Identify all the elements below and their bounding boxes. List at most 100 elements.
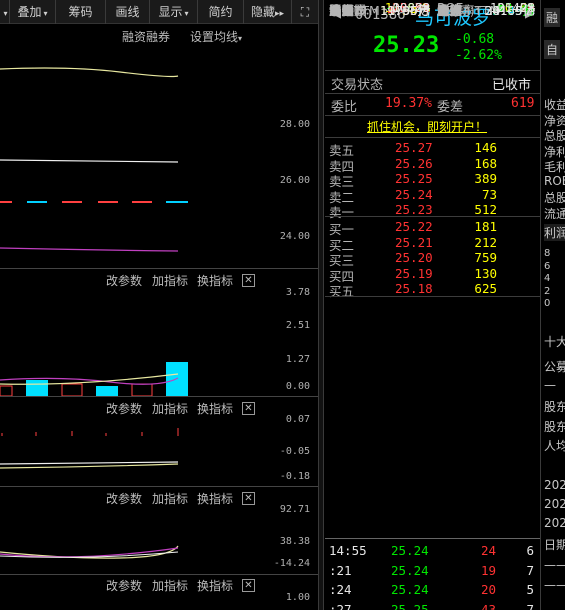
profit-axis-label: 6 [544, 260, 551, 272]
swap-indicator-button[interactable]: 换指标 [197, 577, 233, 594]
holder-label: 股东 [544, 400, 565, 414]
draw-line-button[interactable]: 画线 [106, 0, 150, 24]
edit-params-button[interactable]: 改参数 [106, 490, 142, 507]
close-icon[interactable]: ✕ [242, 274, 255, 287]
volume-bar [61, 383, 83, 397]
close-icon[interactable]: ✕ [242, 492, 255, 505]
ma-line-magenta [0, 247, 179, 252]
chips-label: 筹码 [68, 5, 93, 19]
display-button[interactable]: 显示 ▾ [150, 0, 198, 24]
hide-button[interactable]: 隐藏▸▸ [244, 0, 292, 24]
close-icon[interactable]: ✕ [242, 579, 255, 592]
panel-divider [0, 574, 318, 575]
chart-toolbar: ▾ 叠加 ▾ 筹码 画线 显示 ▾ 简约 隐藏▸▸ ⛶ [0, 0, 318, 24]
overlay-button[interactable]: 叠加 ▾ [10, 0, 56, 24]
quote-panel: ◀ 001386 马可波罗 ▶ 25.23 -0.68 -2.62% 交易状态 … [325, 0, 540, 610]
bid-volume: 181 [474, 219, 497, 234]
ask-volume: 146 [474, 140, 497, 155]
finance-item: 总股 [544, 129, 565, 143]
finance-item: 流通 [544, 206, 565, 221]
bid-volume: 212 [474, 234, 497, 250]
margin-tab[interactable]: 融 [544, 8, 561, 27]
double-arrow-icon: ▸▸ [274, 9, 285, 19]
swap-indicator-button[interactable]: 换指标 [197, 490, 233, 507]
holder-label: 股东 [544, 420, 565, 434]
dash-value: —— [544, 558, 565, 572]
indicator-axis-label: 2.51 [285, 320, 310, 331]
bid-price: 25.22 [395, 219, 433, 234]
overlay-label: 叠加 [17, 5, 42, 19]
swap-indicator-button[interactable]: 换指标 [197, 400, 233, 417]
volume-bar [26, 380, 48, 396]
maximize-icon: ⛶ [300, 5, 310, 19]
dropdown-icon: ▾ [238, 34, 243, 43]
panel-splitter[interactable] [318, 0, 324, 610]
simple-button[interactable]: 简约 [198, 0, 244, 24]
ask-volume: 389 [474, 171, 497, 187]
maximize-button[interactable]: ⛶ [292, 0, 318, 24]
edit-params-button[interactable]: 改参数 [106, 272, 142, 289]
ma-line-yellow [0, 67, 179, 78]
volume-bar [96, 386, 118, 396]
profit-axis-label: 0 [544, 298, 551, 309]
tick-volume: 24 [480, 543, 496, 558]
order-diff-label: 委差 [437, 100, 464, 115]
tick-row: :21 25.24 19 7 [325, 563, 540, 582]
draw-line-label: 画线 [115, 5, 140, 19]
edit-params-button[interactable]: 改参数 [106, 577, 142, 594]
chart-area[interactable]: 融资融券 设置均线▾ 28.00 26.00 24.00 改参数 加指标 换指标… [0, 24, 318, 610]
price-change: -0.68 [455, 32, 495, 47]
ask-price: 25.26 [395, 155, 433, 171]
open-account-link[interactable]: 抓住机会，即刻开户！ [367, 118, 487, 135]
price-change-pct: -2.62% [455, 48, 502, 63]
bid-volume: 625 [474, 281, 497, 297]
profit-axis-label: 8 [544, 248, 551, 259]
tick-count: 6 [526, 543, 534, 558]
margin-trading-link[interactable]: 融资融券 [122, 28, 170, 45]
add-indicator-button[interactable]: 加指标 [152, 490, 188, 507]
chart-canvas [0, 67, 188, 559]
tick-row: :24 25.24 20 5 [325, 582, 540, 601]
tick-volume: 20 [480, 582, 496, 597]
close-icon[interactable]: ✕ [242, 402, 255, 415]
tick-price: 25.24 [391, 582, 429, 597]
tick-time: :27 [329, 601, 352, 610]
year-label: 202 [544, 478, 565, 492]
volume-bar [131, 383, 153, 397]
add-indicator-button[interactable]: 加指标 [152, 272, 188, 289]
order-ratio-label: 委比 [331, 100, 358, 115]
dropdown-icon: ▾ [184, 9, 189, 18]
bid-row[interactable]: 买五 25.18 625 [325, 281, 540, 300]
tick-volume: 43 [480, 601, 496, 610]
last-price: 25.23 [373, 33, 440, 58]
price-axis-label: 26.00 [279, 175, 310, 186]
chips-button[interactable]: 筹码 [56, 0, 106, 24]
tick-count: 7 [526, 601, 534, 610]
finance-item: 收益 [544, 98, 565, 112]
ask-price: 25.24 [395, 186, 433, 202]
top-ten-label: 十大 [544, 335, 565, 349]
add-indicator-button[interactable]: 加指标 [152, 400, 188, 417]
edit-params-button[interactable]: 改参数 [106, 400, 142, 417]
indicator-axis-label: 0.07 [285, 414, 310, 425]
stat-value: 9786万 [387, 3, 430, 18]
tick-price: 25.24 [391, 543, 429, 558]
ask-price: 25.25 [395, 171, 433, 187]
indicator-axis-label: 1.27 [285, 354, 310, 365]
panel-divider [0, 268, 318, 269]
finance-item: 净资 [544, 113, 565, 128]
profit-section: 利润 [544, 224, 565, 241]
toolbar-item-hidden[interactable]: ▾ [0, 0, 10, 24]
f10-side-panel: 融 自 收益净资总股净利毛利ROE总股流通 利润 86420 十大 公募 — 股… [540, 0, 565, 610]
ask-price: 25.27 [395, 140, 433, 155]
tick-row: :27 25.25 43 7 [325, 602, 540, 610]
swap-indicator-button[interactable]: 换指标 [197, 272, 233, 289]
trade-status-label: 交易状态 [331, 78, 384, 93]
finance-item: 毛利 [544, 160, 565, 174]
price-axis-label: 24.00 [279, 231, 310, 242]
fund-label: 公募 [544, 360, 565, 374]
stat-label: 流值 [437, 3, 463, 18]
add-indicator-button[interactable]: 加指标 [152, 577, 188, 594]
set-ma-dropdown[interactable]: 设置均线▾ [190, 28, 242, 45]
self-select-tab[interactable]: 自 [544, 40, 561, 59]
